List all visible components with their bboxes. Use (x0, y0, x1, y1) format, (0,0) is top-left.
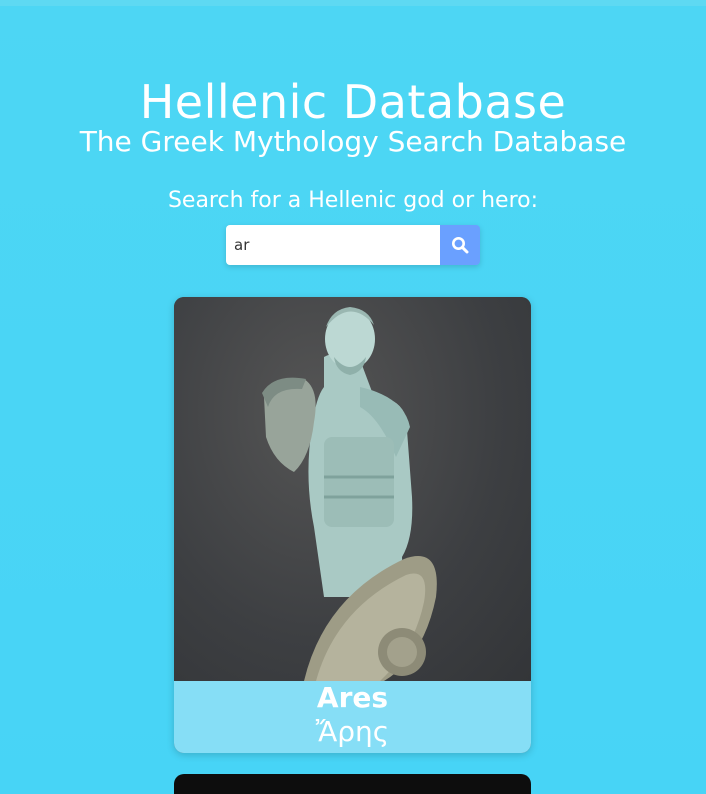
page-subtitle: The Greek Mythology Search Database (79, 125, 627, 158)
result-name: Ares (316, 681, 389, 714)
statue-image (174, 297, 531, 681)
search-bar (226, 225, 480, 265)
next-result-card[interactable] (174, 774, 531, 794)
page-title: Hellenic Database (139, 75, 567, 129)
search-input[interactable] (226, 225, 440, 265)
result-card[interactable]: Ares Ἄρης (174, 297, 531, 753)
result-greek-name: Ἄρης (315, 715, 390, 748)
search-icon (452, 237, 469, 254)
search-button[interactable] (440, 225, 480, 265)
result-caption: Ares Ἄρης (174, 681, 531, 753)
search-prompt: Search for a Hellenic god or hero: (167, 188, 539, 213)
top-strip (0, 0, 706, 6)
ares-statue-illustration (262, 307, 437, 681)
